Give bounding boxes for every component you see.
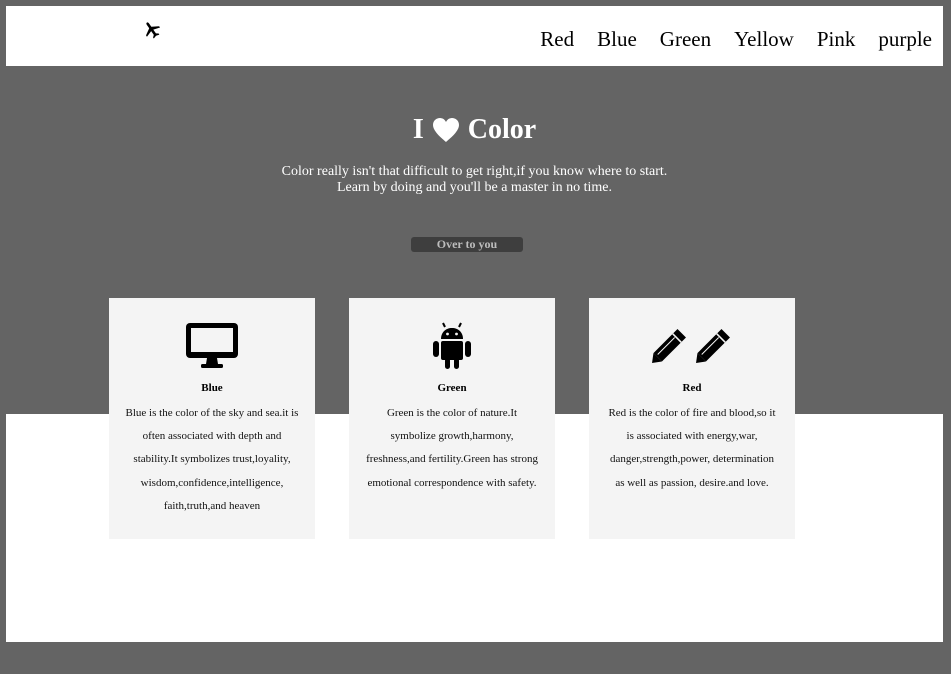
over-to-you-button[interactable]: Over to you: [411, 237, 523, 252]
hero-subtitle-line-1: Color really isn't that difficult to get…: [281, 164, 668, 179]
heart-icon: [432, 117, 460, 143]
nav-item-purple[interactable]: purple: [878, 26, 932, 52]
nav-item-blue[interactable]: Blue: [597, 26, 637, 52]
pencils-icon: [589, 322, 795, 370]
card-green: Green Green is the color of nature.It sy…: [349, 298, 555, 539]
card-title: Red: [682, 382, 702, 394]
hero-subtitle: Color really isn't that difficult to get…: [6, 164, 943, 196]
android-icon: [349, 322, 555, 370]
card-text: Blue is the color of the sky and sea.it …: [125, 407, 299, 512]
hero-subtitle-line-2: Learn by doing and you'll be a master in…: [336, 180, 613, 195]
nav-item-red[interactable]: Red: [540, 26, 574, 52]
airplane-icon[interactable]: [142, 20, 162, 40]
page-frame: Red Blue Green Yellow Pink purple I Colo…: [6, 6, 943, 642]
hero-title-suffix: Color: [467, 114, 537, 145]
nav-menu: Red Blue Green Yellow Pink purple: [540, 26, 932, 52]
nav-item-yellow[interactable]: Yellow: [734, 26, 794, 52]
desktop-icon: [109, 322, 315, 370]
card-red: Red Red is the color of fire and blood,s…: [589, 298, 795, 539]
card-blue: Blue Blue is the color of the sky and se…: [109, 298, 315, 539]
nav-item-green[interactable]: Green: [660, 26, 711, 52]
hero-title-prefix: I: [412, 114, 424, 145]
navbar: Red Blue Green Yellow Pink purple: [6, 6, 943, 66]
card-text: Green is the color of nature.It symboliz…: [366, 407, 538, 489]
hero-title: I Color: [6, 114, 943, 146]
card-text: Red is the color of fire and blood,so it…: [608, 407, 776, 489]
card-title: Blue: [201, 382, 223, 394]
nav-item-pink[interactable]: Pink: [817, 26, 856, 52]
card-title: Green: [437, 382, 467, 394]
